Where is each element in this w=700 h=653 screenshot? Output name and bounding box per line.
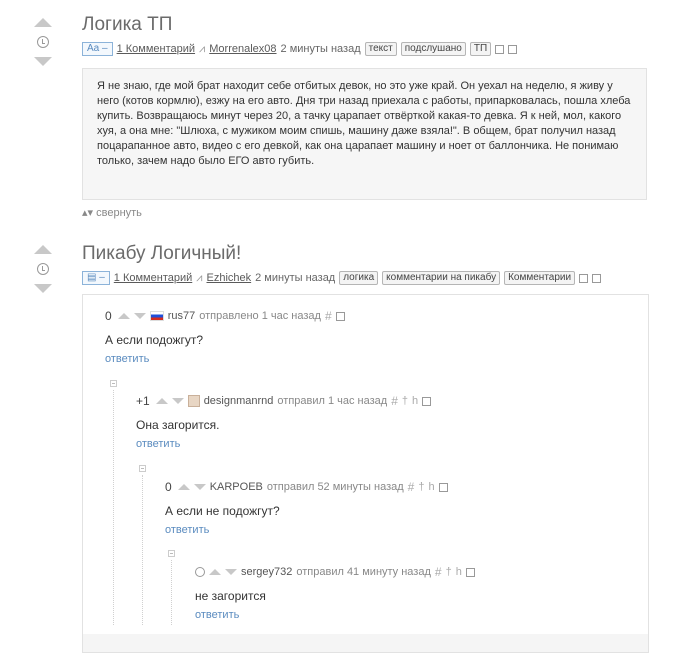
upvote-icon[interactable]: [34, 245, 52, 254]
post-time: 2 минуты назад: [280, 43, 361, 55]
downvote-icon[interactable]: [171, 398, 184, 404]
downvote-icon[interactable]: [193, 484, 206, 490]
post-title[interactable]: Логика ТП: [82, 14, 172, 36]
comment-score: 0: [105, 309, 112, 323]
thread-line: [113, 390, 114, 625]
branch-icon[interactable]: h: [412, 395, 418, 407]
collapse-thread-icon[interactable]: [110, 380, 117, 387]
comment-text: не загорится: [195, 589, 266, 603]
tag[interactable]: ТП: [469, 42, 492, 56]
tag[interactable]: подслушано: [400, 42, 466, 56]
comment: +1 designmanrnd отправил 1 час назад # †…: [136, 394, 435, 450]
comment: 0 KARPOEB отправил 52 минуты назад # † h…: [165, 480, 452, 536]
reply-link[interactable]: ответить: [105, 353, 349, 365]
comment-text: А если не подожгут?: [165, 504, 280, 518]
post2-vote: [33, 245, 53, 293]
link-hash-icon[interactable]: #: [435, 565, 442, 579]
comment-user[interactable]: sergey732: [241, 566, 292, 578]
save-icon[interactable]: [579, 273, 589, 283]
save-icon[interactable]: [465, 567, 475, 577]
upvote-icon[interactable]: [177, 484, 190, 490]
expand-icon[interactable]: [508, 44, 518, 54]
save-icon[interactable]: [335, 311, 345, 321]
collapse-control[interactable]: ▴▾ свернуть: [82, 206, 142, 219]
text-size-badge[interactable]: Aa –: [82, 42, 113, 56]
save-icon[interactable]: [438, 482, 448, 492]
save-icon[interactable]: [422, 396, 432, 406]
comments-link[interactable]: 1 Комментарий: [117, 43, 195, 55]
upvote-icon[interactable]: [117, 313, 130, 319]
comment-score: 0: [165, 480, 172, 494]
author-link[interactable]: Morrenalex08: [209, 43, 276, 55]
tag[interactable]: комментарии на пикабу: [382, 271, 501, 285]
comment-time: отправил 52 минуты назад: [266, 481, 404, 493]
post-title[interactable]: Пикабу Логичный!: [82, 243, 241, 265]
flag-icon: [149, 311, 164, 321]
collapse-label[interactable]: свернуть: [96, 207, 142, 219]
branch-icon[interactable]: h: [428, 481, 434, 493]
post-story: Я не знаю, где мой брат находит себе отб…: [82, 68, 647, 200]
parent-arrow-icon[interactable]: †: [446, 566, 452, 578]
parent-arrow-icon[interactable]: †: [402, 395, 408, 407]
parent-arrow-icon[interactable]: †: [418, 481, 424, 493]
downvote-icon[interactable]: [225, 569, 237, 575]
tag[interactable]: текст: [364, 42, 397, 56]
comment-time: отправлено 1 час назад: [199, 310, 321, 322]
tag[interactable]: Комментарии: [504, 271, 576, 285]
comment-text: Она загорится.: [136, 418, 220, 432]
box-footer: [83, 634, 648, 652]
avatar: [187, 395, 200, 407]
branch-icon[interactable]: h: [456, 566, 462, 578]
comment: 0 rus77 отправлено 1 час назад # А если …: [105, 309, 349, 365]
collapse-thread-icon[interactable]: [139, 465, 146, 472]
post-time: 2 минуты назад: [255, 272, 336, 284]
clock-icon[interactable]: [37, 36, 49, 48]
comment-user[interactable]: designmanrnd: [204, 395, 274, 407]
collapse-thread-icon[interactable]: [168, 550, 175, 557]
comment: sergey732 отправил 41 минуту назад # † h…: [195, 565, 479, 621]
post-meta: ▤ – 1 Комментарий ⩘ Ezhichek 2 минуты на…: [82, 271, 605, 285]
comment-time: отправил 41 минуту назад: [296, 566, 431, 578]
downvote-icon[interactable]: [133, 313, 146, 319]
expand-icon[interactable]: [592, 273, 602, 283]
upvote-icon[interactable]: [34, 18, 52, 27]
comments-link[interactable]: 1 Комментарий: [114, 272, 192, 284]
user-icon: ⩘: [196, 271, 203, 284]
reply-link[interactable]: ответить: [136, 438, 435, 450]
author-link[interactable]: Ezhichek: [206, 272, 251, 284]
post-meta: Aa – 1 Комментарий ⩘ Morrenalex08 2 мину…: [82, 42, 521, 56]
comment-text: А если подожгут?: [105, 333, 204, 347]
comment-time: отправил 1 час назад: [277, 395, 388, 407]
upvote-icon[interactable]: [209, 569, 221, 575]
upvote-icon[interactable]: [155, 398, 168, 404]
comment-score: +1: [136, 394, 150, 408]
downvote-icon[interactable]: [34, 284, 52, 293]
reply-link[interactable]: ответить: [195, 609, 479, 621]
collapse-arrows-icon: ▴▾: [82, 207, 94, 219]
tag[interactable]: логика: [339, 271, 379, 285]
link-hash-icon[interactable]: #: [325, 309, 332, 323]
thread-line: [171, 560, 172, 625]
user-icon: ⩘: [199, 42, 206, 55]
reply-link[interactable]: ответить: [165, 524, 452, 536]
link-hash-icon[interactable]: #: [408, 480, 415, 494]
link-hash-icon[interactable]: #: [391, 394, 398, 408]
list-view-badge[interactable]: ▤ –: [82, 271, 110, 285]
comment-user[interactable]: rus77: [168, 310, 196, 322]
comment-user[interactable]: KARPOEB: [210, 481, 263, 493]
save-icon[interactable]: [495, 44, 505, 54]
thread-line: [142, 475, 143, 625]
clock-icon[interactable]: [37, 263, 49, 275]
post1-vote: [33, 18, 53, 66]
clock-icon: [195, 567, 205, 577]
downvote-icon[interactable]: [34, 57, 52, 66]
